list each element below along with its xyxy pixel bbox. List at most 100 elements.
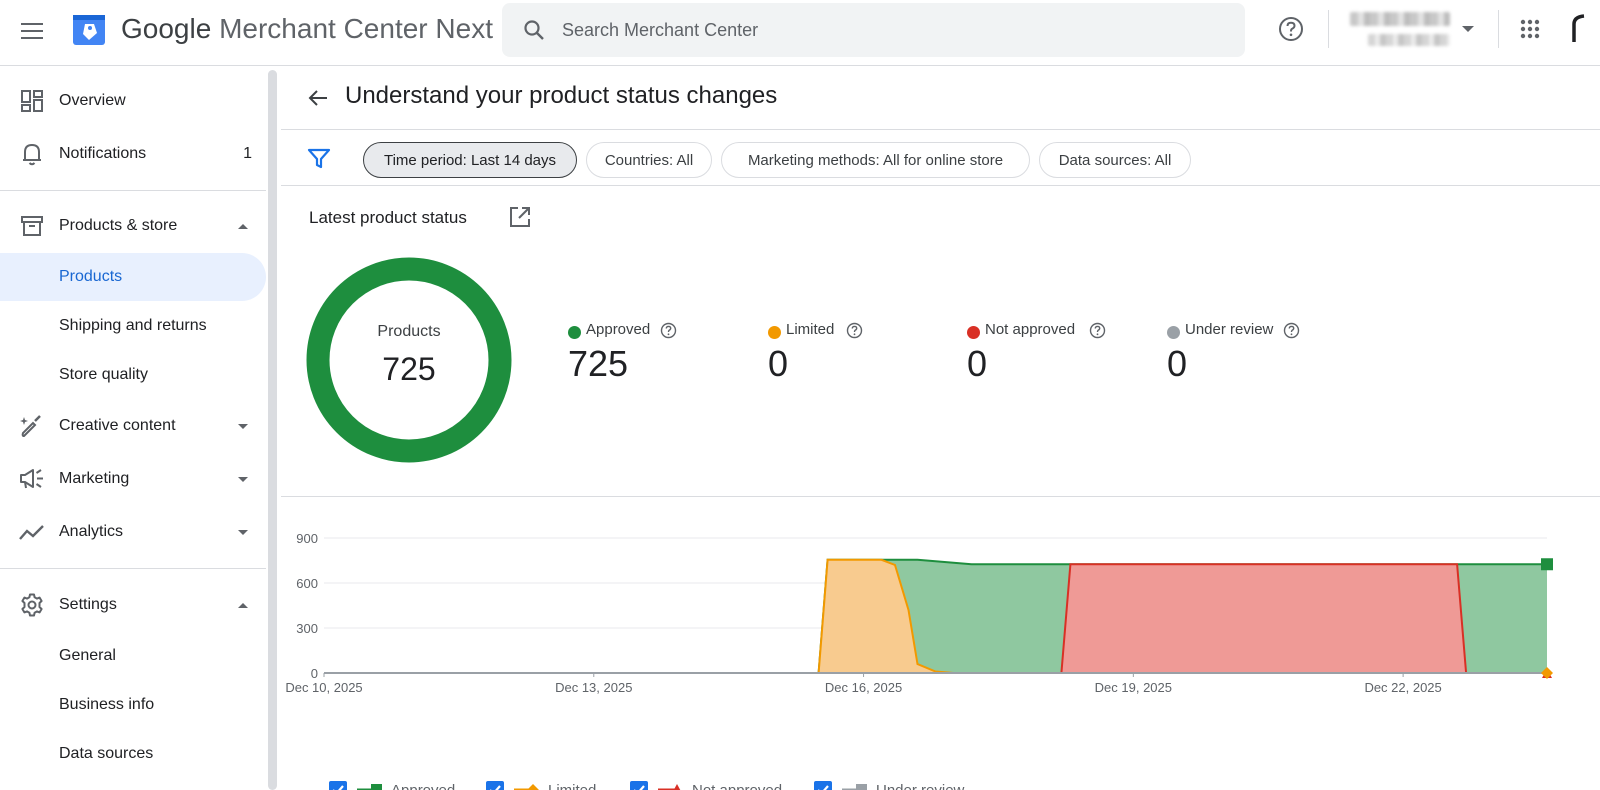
google-apps-button[interactable]: [1514, 13, 1546, 45]
page-header: Understand your product status changes: [281, 66, 1600, 130]
checkbox-checked-icon[interactable]: [814, 781, 832, 790]
sidebar-divider: [0, 568, 266, 569]
sidebar-item-label: General: [59, 647, 116, 664]
sidebar-item-business-info[interactable]: Business info: [0, 681, 266, 729]
not-approved-dot-icon: [967, 326, 980, 339]
main-content: Understand your product status changes T…: [281, 66, 1600, 790]
dashboard-icon: [19, 88, 45, 114]
donut-label: Products: [377, 323, 441, 340]
sidebar-item-settings[interactable]: Settings: [0, 580, 266, 630]
legend-square-marker-icon: [357, 784, 382, 790]
sidebar-scrollbar[interactable]: [268, 70, 277, 790]
checkbox-checked-icon[interactable]: [329, 781, 347, 790]
sidebar-item-products-store[interactable]: Products & store: [0, 201, 266, 251]
sidebar-item-marketing[interactable]: Marketing: [0, 454, 266, 504]
top-app-bar: Google Merchant Center Next: [0, 0, 1600, 66]
account-dropdown-icon: [1462, 26, 1474, 32]
page-title: Understand your product status changes: [345, 82, 778, 109]
legend-shield-marker-icon: [842, 784, 867, 790]
help-button[interactable]: [1275, 13, 1307, 45]
x-tick-label: Dec 16, 2025: [825, 680, 902, 695]
store-archive-icon: [19, 213, 45, 239]
sidebar-item-label: Products: [59, 268, 123, 285]
expand-chevron-icon: [238, 529, 248, 535]
stat-value: 0: [1167, 343, 1188, 384]
help-outline-icon[interactable]: [1089, 322, 1106, 339]
sidebar-item-data-sources[interactable]: Data sources: [0, 730, 266, 778]
approved-dot-icon: [568, 326, 581, 339]
main-menu-button[interactable]: [16, 15, 48, 47]
side-navigation: Overview Notifications 1 Products & stor…: [0, 66, 266, 790]
sidebar-item-products[interactable]: Products: [0, 253, 266, 301]
sidebar-item-store-quality[interactable]: Store quality: [0, 351, 266, 399]
brush-sparkle-icon: [19, 413, 45, 439]
checkbox-checked-icon[interactable]: [630, 781, 648, 790]
sidebar-item-label: Data sources: [59, 745, 154, 762]
x-tick-label: Dec 10, 2025: [285, 680, 362, 695]
back-button[interactable]: [303, 83, 333, 113]
megaphone-icon: [19, 466, 45, 492]
sidebar-item-label: Notifications: [59, 145, 147, 162]
sidebar-item-label: Analytics: [59, 523, 124, 540]
hamburger-icon: [21, 23, 43, 39]
filter-chip-marketing-methods[interactable]: Marketing methods: All for online store: [721, 142, 1030, 178]
bell-icon: [19, 141, 45, 167]
toolbar-divider: [1498, 10, 1499, 48]
status-area-chart-svg: 900 600 300 0Dec 10, 2025 Dec 13, 2025 Dec 16…: [285, 531, 1553, 695]
legend-label: Not approved: [692, 781, 783, 790]
filter-chip-countries[interactable]: Countries: All: [586, 142, 712, 178]
merchant-center-logo-icon: [73, 15, 105, 45]
help-outline-icon[interactable]: [660, 322, 677, 339]
account-name-redacted: [1350, 12, 1450, 26]
checkbox-checked-icon[interactable]: [486, 781, 504, 790]
legend-not-approved[interactable]: Not approved: [630, 778, 782, 790]
y-tick-label: 0: [311, 666, 318, 681]
help-icon: [1279, 17, 1303, 41]
notification-count-badge: 1: [243, 145, 252, 162]
open-in-new-icon[interactable]: [507, 204, 533, 230]
sidebar-item-label: Business info: [59, 696, 155, 713]
filter-chip-data-sources[interactable]: Data sources: All: [1039, 142, 1191, 178]
x-tick-label: Dec 19, 2025: [1095, 680, 1172, 695]
expand-chevron-icon: [238, 423, 248, 429]
profile-avatar[interactable]: [1568, 10, 1600, 48]
stat-name: Under review: [1185, 321, 1274, 338]
search-bar[interactable]: [502, 3, 1245, 57]
trending-line-icon: [19, 519, 45, 545]
search-input[interactable]: [562, 19, 1202, 41]
sidebar-divider: [0, 190, 266, 191]
filter-chip-time-period[interactable]: Time period: Last 14 days: [363, 142, 577, 178]
sidebar-item-label: Overview: [59, 92, 126, 109]
sidebar-item-notifications[interactable]: Notifications 1: [0, 129, 266, 179]
filter-funnel-icon[interactable]: [307, 146, 331, 170]
sidebar-item-label: Settings: [59, 596, 117, 613]
account-id-redacted: [1368, 34, 1450, 46]
legend-approved[interactable]: Approved: [329, 778, 455, 790]
sidebar-item-overview[interactable]: Overview: [0, 76, 266, 126]
stat-name: Limited: [786, 321, 835, 338]
sidebar-item-analytics[interactable]: Analytics: [0, 507, 266, 557]
sidebar-item-label: Creative content: [59, 417, 176, 434]
search-icon: [520, 16, 548, 44]
sidebar-item-general[interactable]: General: [0, 632, 266, 680]
legend-label: Limited: [548, 781, 597, 790]
arrow-back-icon: [308, 90, 327, 106]
sidebar-item-label: Marketing: [59, 470, 130, 487]
sidebar-item-label: Store quality: [59, 366, 148, 383]
legend-under-review[interactable]: Under review: [814, 778, 964, 790]
gear-icon: [19, 592, 45, 618]
brand-product: Merchant Center Next: [219, 13, 493, 44]
legend-triangle-marker-icon: [658, 784, 681, 790]
section-divider: [281, 496, 1600, 497]
stat-value: 0: [967, 343, 988, 384]
collapse-chevron-icon: [238, 223, 248, 229]
legend-limited[interactable]: Limited: [486, 778, 596, 790]
sidebar-item-shipping-returns[interactable]: Shipping and returns: [0, 302, 266, 350]
apps-grid-icon: [1520, 19, 1540, 39]
help-outline-icon[interactable]: [1283, 322, 1300, 339]
sidebar-item-creative-content[interactable]: Creative content: [0, 401, 266, 451]
app-title: Google Merchant Center Next: [121, 12, 493, 46]
help-outline-icon[interactable]: [846, 322, 863, 339]
account-switcher[interactable]: [1346, 10, 1476, 50]
expand-chevron-icon: [238, 476, 248, 482]
